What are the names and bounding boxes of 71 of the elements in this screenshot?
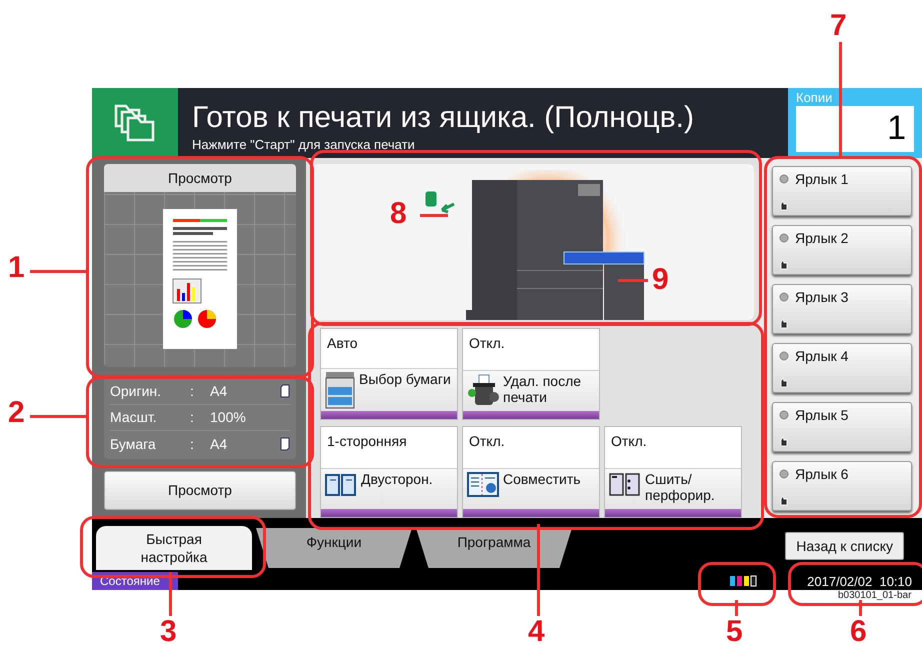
page-icon bbox=[280, 384, 290, 398]
shortcut-button[interactable]: Ярлык 1 bbox=[772, 166, 912, 216]
function-label: Удал. после печати bbox=[503, 373, 582, 405]
date-time: 2017/02/02 10:10 bbox=[807, 574, 913, 588]
status-dot-icon bbox=[779, 233, 789, 243]
trash-bin-icon bbox=[467, 373, 499, 407]
hand-icon bbox=[779, 494, 789, 506]
tab[interactable]: Быстрая настройка bbox=[96, 526, 252, 570]
leader-line bbox=[420, 214, 448, 217]
function-label: Сшить/ перфорир. bbox=[645, 471, 716, 503]
function-tile[interactable]: Откл. Сшить/ перфорир. bbox=[604, 426, 742, 518]
status-dot-icon bbox=[779, 351, 789, 361]
callout-number: 3 bbox=[160, 616, 177, 648]
toner-level-icon bbox=[729, 575, 760, 587]
preview-title: Просмотр bbox=[104, 164, 296, 192]
shortcut-button[interactable]: Ярлык 4 bbox=[772, 343, 912, 393]
leader-line bbox=[618, 279, 648, 282]
setting-value: 100% bbox=[210, 409, 247, 426]
setting-separator: : bbox=[190, 383, 195, 400]
hand-icon bbox=[779, 199, 789, 211]
shortcut-button[interactable]: Ярлык 5 bbox=[772, 402, 912, 452]
setting-separator: : bbox=[190, 409, 195, 426]
status-dot-icon bbox=[779, 292, 789, 302]
copies-field[interactable]: 1 bbox=[796, 106, 914, 152]
callout-number: 5 bbox=[726, 616, 743, 648]
setting-label: Оригин. bbox=[110, 383, 162, 400]
staple-punch-icon bbox=[609, 471, 641, 497]
page-icon bbox=[280, 436, 290, 451]
duplex-pages-icon bbox=[325, 471, 357, 497]
function-tile[interactable]: Откл. Совместить bbox=[462, 426, 600, 518]
status-dot-icon bbox=[779, 469, 789, 479]
hand-icon bbox=[779, 317, 789, 329]
setting-value: A4 bbox=[210, 436, 228, 452]
shortcut-button[interactable]: Ярлык 2 bbox=[772, 225, 912, 275]
callout-number: 6 bbox=[850, 616, 867, 648]
image-code: b030101_01-bar bbox=[838, 590, 912, 601]
callout-number: 8 bbox=[390, 198, 407, 230]
setting-separator: : bbox=[190, 436, 195, 452]
status-dot-icon bbox=[779, 174, 789, 184]
status-dot-icon bbox=[779, 410, 789, 420]
preview-button[interactable]: Просмотр bbox=[104, 470, 296, 510]
copies-label: Копии bbox=[796, 90, 834, 106]
tab[interactable]: Функции bbox=[256, 528, 412, 568]
callout-number: 1 bbox=[8, 252, 25, 284]
back-to-list-button[interactable]: Назад к списку bbox=[785, 532, 904, 560]
function-tile[interactable]: Авто Выбор бумаги bbox=[320, 328, 458, 420]
setting-value: A4 bbox=[210, 383, 228, 400]
hand-icon bbox=[779, 376, 789, 388]
function-label: Выбор бумаги bbox=[359, 371, 451, 388]
function-tile[interactable]: Откл. Удал. после печати bbox=[462, 328, 600, 420]
leader-line bbox=[30, 270, 86, 273]
function-tile[interactable]: 1-сторонняя Двусторон. bbox=[320, 426, 458, 518]
tab[interactable]: Программа bbox=[416, 528, 572, 568]
status-title: Готов к печати из ящика. (Полноцв.) bbox=[192, 100, 695, 136]
status-hint: Нажмите "Старт" для запуска печати bbox=[192, 136, 416, 154]
callout-number: 7 bbox=[830, 10, 847, 42]
hand-icon bbox=[779, 258, 789, 270]
function-label: Двусторон. bbox=[361, 471, 433, 487]
setting-label: Бумага bbox=[110, 436, 157, 452]
leader-line bbox=[169, 572, 172, 616]
shortcut-button[interactable]: Ярлык 3 bbox=[772, 284, 912, 334]
setting-label: Масшт. bbox=[110, 409, 158, 426]
combine-pages-icon bbox=[467, 471, 499, 497]
leader-line bbox=[30, 415, 86, 418]
paper-tray-icon bbox=[325, 371, 355, 410]
callout-number: 9 bbox=[652, 264, 669, 296]
shortcut-button[interactable]: Ярлык 6 bbox=[772, 461, 912, 511]
function-label: Совместить bbox=[503, 471, 581, 487]
hand-icon bbox=[779, 435, 789, 447]
callout-number: 4 bbox=[528, 616, 545, 648]
callout-number: 2 bbox=[8, 397, 25, 429]
